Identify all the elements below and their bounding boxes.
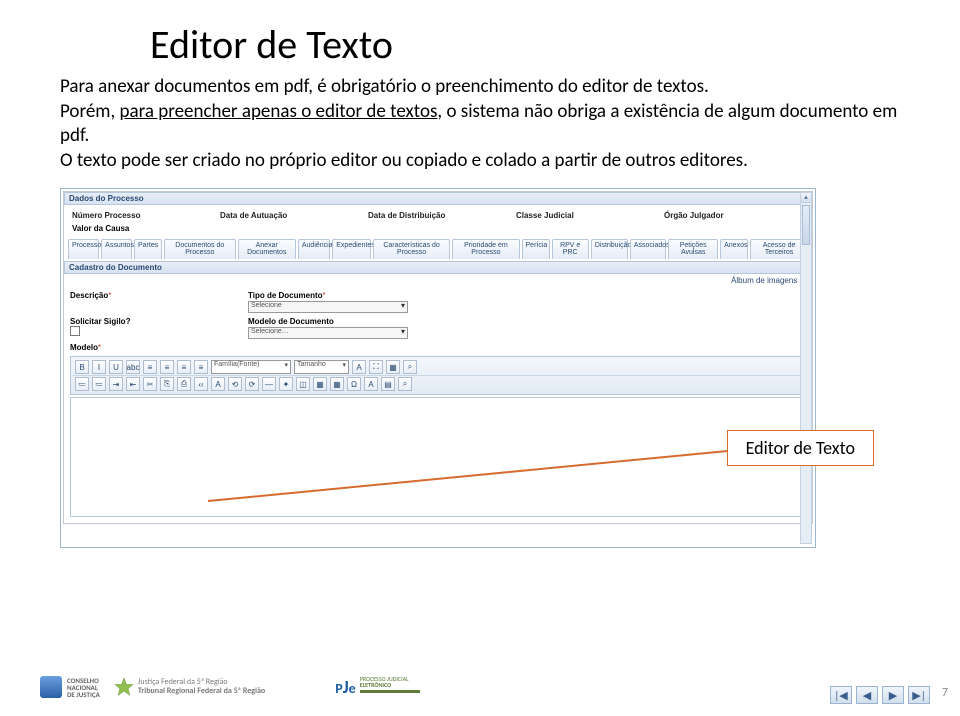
cnj-logo-icon	[40, 676, 62, 698]
tab-prioridade[interactable]: Prioridade em Processo	[452, 239, 519, 259]
jf-star-icon	[114, 677, 134, 697]
quote-icon[interactable]: ‹‹	[194, 377, 208, 391]
label-valor-causa: Valor da Causa	[64, 222, 812, 239]
pje-logo: PJe	[335, 676, 355, 698]
section-header-dados: Dados do Processo	[64, 192, 812, 205]
editor-textarea[interactable]	[70, 397, 806, 517]
page-number: 7	[942, 686, 948, 700]
italic-button[interactable]: I	[92, 360, 106, 374]
zoom-icon[interactable]: ⌕	[398, 377, 412, 391]
tab-rpv[interactable]: RPV e PRC	[552, 239, 589, 259]
hr-icon[interactable]: —	[262, 377, 276, 391]
bold-button[interactable]: B	[75, 360, 89, 374]
redo-icon[interactable]: ⟳	[245, 377, 259, 391]
select-modelo-documento[interactable]: Selecione…	[248, 327, 408, 339]
tab-distribuicao[interactable]: Distribuição	[591, 239, 628, 259]
indent-icon[interactable]: ⇥	[109, 377, 123, 391]
label-classe-judicial: Classe Judicial	[516, 211, 656, 220]
footer: CONSELHONACIONALDE JUSTIÇA Justiça Feder…	[0, 668, 960, 706]
label-data-distribuicao: Data de Distribuição	[368, 211, 508, 220]
para-1: Para anexar documentos em pdf, é obrigat…	[60, 75, 709, 98]
label-solicitar-sigilo: Solicitar Sigilo?	[70, 317, 230, 326]
table-row-icon[interactable]: ▦	[313, 377, 327, 391]
tab-anexar[interactable]: Anexar Documentos	[238, 239, 296, 259]
para-2a: Porém,	[60, 100, 120, 123]
scroll-thumb[interactable]	[802, 205, 810, 245]
jf-text: Justiça Federal da 5ª RegiãoTribunal Reg…	[138, 678, 265, 696]
align-right-icon[interactable]: ≡	[177, 360, 191, 374]
highlight-icon[interactable]: A	[364, 377, 378, 391]
find-icon[interactable]: ⌕	[403, 360, 417, 374]
strike-button[interactable]: abc	[126, 360, 140, 374]
copy-icon[interactable]: ⎘	[160, 377, 174, 391]
table-col-icon[interactable]: ▦	[330, 377, 344, 391]
font-family-select[interactable]: Família(Fonte)	[211, 360, 291, 374]
pje-bar	[360, 690, 420, 693]
nav-prev-button[interactable]: ◀	[856, 686, 878, 704]
page-title: Editor de Texto	[150, 20, 900, 69]
format-icon[interactable]: A	[352, 360, 366, 374]
align-justify-icon[interactable]: ≡	[194, 360, 208, 374]
para-2-underline: para preencher apenas o editor de textos	[120, 100, 438, 123]
scroll-up-icon[interactable]: ▴	[801, 193, 811, 203]
cut-icon[interactable]: ✂	[143, 377, 157, 391]
tab-anexos[interactable]: Anexos	[720, 239, 748, 259]
label-data-autuacao: Data de Autuação	[220, 211, 360, 220]
nav-first-button[interactable]: |◀	[830, 686, 852, 704]
checkbox-sigilo[interactable]	[70, 326, 80, 336]
text-color-icon[interactable]: A	[211, 377, 225, 391]
tab-audiencia[interactable]: Audiência	[298, 239, 330, 259]
callout-label: Editor de Texto	[727, 430, 874, 466]
select-tipo-documento[interactable]: Selecione	[248, 301, 408, 313]
label-tipo-documento: Tipo de Documento	[248, 291, 323, 300]
align-center-icon[interactable]: ≡	[160, 360, 174, 374]
table-icon[interactable]: ◫	[296, 377, 310, 391]
list-number-icon[interactable]: ≔	[92, 377, 106, 391]
label-descricao: Descrição	[70, 291, 108, 300]
tab-expedientes[interactable]: Expedientes	[332, 239, 371, 259]
label-modelo: Modelo	[70, 343, 98, 352]
font-size-select[interactable]: Tamanho	[294, 360, 349, 374]
image-icon[interactable]: ▦	[386, 360, 400, 374]
screenshot-app: ▴ Dados do Processo Número Processo Data…	[60, 188, 816, 548]
tab-strip: Processo Assuntos Partes Documentos do P…	[64, 239, 812, 259]
paste-icon[interactable]: ⎙	[177, 377, 191, 391]
layout-icon[interactable]: ▤	[381, 377, 395, 391]
omega-icon[interactable]: Ω	[347, 377, 361, 391]
nav-last-button[interactable]: ▶|	[908, 686, 930, 704]
tab-caracteristicas[interactable]: Características do Processo	[373, 239, 450, 259]
special-icon[interactable]: ✦	[279, 377, 293, 391]
tab-pericia[interactable]: Perícia	[522, 239, 550, 259]
editor-toolbar: B I U abc ≡ ≡ ≡ ≡ Família(Fonte) Tamanho…	[70, 356, 806, 395]
tab-peticoes[interactable]: Petições Avulsas	[668, 239, 718, 259]
tab-processo[interactable]: Processo	[68, 239, 99, 259]
para-3: O texto pode ser criado no próprio edito…	[60, 149, 748, 172]
tab-assuntos[interactable]: Assuntos	[101, 239, 132, 259]
album-imagens-link[interactable]: Álbum de imagens »	[64, 274, 812, 287]
undo-icon[interactable]: ⟲	[228, 377, 242, 391]
underline-button[interactable]: U	[109, 360, 123, 374]
tab-documentos[interactable]: Documentos do Processo	[164, 239, 236, 259]
label-numero-processo: Número Processo	[72, 211, 212, 220]
vertical-scrollbar[interactable]: ▴	[800, 192, 812, 544]
outdent-icon[interactable]: ⇤	[126, 377, 140, 391]
body-paragraph: Para anexar documentos em pdf, é obrigat…	[60, 75, 900, 174]
label-orgao-julgador: Órgão Julgador	[664, 211, 804, 220]
align-left-icon[interactable]: ≡	[143, 360, 157, 374]
label-modelo-documento: Modelo de Documento	[248, 317, 448, 326]
slide-nav: |◀ ◀ ▶ ▶|	[830, 686, 930, 704]
pje-text-2: ELETRÔNICO	[360, 682, 420, 688]
section-header-cadastro: Cadastro do Documento	[64, 261, 812, 274]
list-bullet-icon[interactable]: ≔	[75, 377, 89, 391]
cnj-text: CONSELHONACIONALDE JUSTIÇA	[67, 677, 100, 698]
tab-partes[interactable]: Partes	[134, 239, 162, 259]
fullscreen-icon[interactable]: ⛶	[369, 360, 383, 374]
tab-associados[interactable]: Associados	[630, 239, 666, 259]
nav-next-button[interactable]: ▶	[882, 686, 904, 704]
